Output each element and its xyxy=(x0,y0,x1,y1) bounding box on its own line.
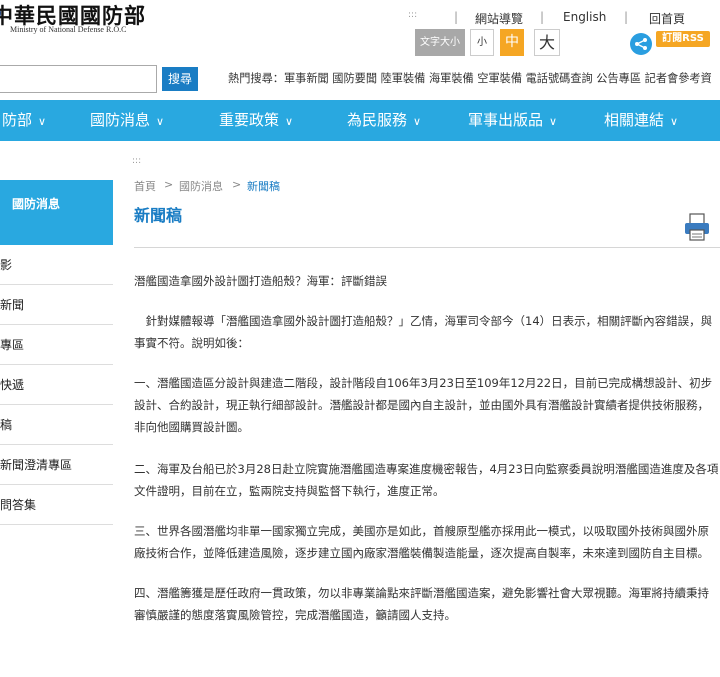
hot-link[interactable]: 公告專區 xyxy=(596,72,641,85)
sitemap-link[interactable]: 網站導覽 xyxy=(475,10,523,27)
nav-label: 防部 xyxy=(2,111,33,129)
chevron-down-icon: ∨ xyxy=(285,115,294,128)
nav-item-links[interactable]: 相關連結 ∨ xyxy=(604,100,678,141)
sidebar-item[interactable]: 稿 xyxy=(0,405,113,445)
breadcrumb-defense-news[interactable]: 國防消息 xyxy=(179,178,223,194)
breadcrumb-current: 新聞稿 xyxy=(247,180,280,193)
nav-label: 國防消息 xyxy=(90,111,151,129)
sidebar-heading-label: 國防消息 xyxy=(12,197,61,211)
nav-item-defense-news[interactable]: 國防消息 ∨ xyxy=(90,100,164,141)
article-paragraph: 一、潛艦國造區分設計與建造二階段，設計階段自106年3月23日至109年12月2… xyxy=(134,376,713,434)
share-icon[interactable] xyxy=(630,33,652,55)
nav-label: 為民服務 xyxy=(347,111,408,129)
print-icon[interactable] xyxy=(684,213,710,241)
hot-search-label: 熱門搜尋： xyxy=(228,72,284,85)
article-paragraph: 二、海軍及台船已於3月28日赴立院實施潛艦國造專案進度機密報告，4月23日向監察… xyxy=(134,462,719,498)
content-accesskey[interactable]: ::: xyxy=(132,156,141,166)
nav-label: 相關連結 xyxy=(604,111,665,129)
font-size-large-button[interactable]: 大 xyxy=(534,29,560,56)
sidebar-item[interactable]: 快遞 xyxy=(0,365,113,405)
sidebar-heading: 國防消息 xyxy=(0,180,113,245)
hot-link[interactable]: 記者會參考資 xyxy=(645,72,712,85)
sidebar-item[interactable]: 專區 xyxy=(0,325,113,365)
sidebar-item[interactable]: 影 xyxy=(0,245,113,285)
nav-item-ministry[interactable]: 防部 ∨ xyxy=(2,100,46,141)
nav-item-publications[interactable]: 軍事出版品 ∨ xyxy=(468,100,557,141)
font-size-medium-button[interactable]: 中 xyxy=(500,29,524,56)
nav-label: 重要政策 xyxy=(219,111,280,129)
title-divider xyxy=(134,247,720,248)
hot-search: 熱門搜尋：軍事新聞 國防要聞 陸軍裝備 海軍裝備 空軍裝備 電話號碼查詢 公告專… xyxy=(228,70,712,86)
hot-link[interactable]: 海軍裝備 xyxy=(429,72,474,85)
home-link[interactable]: 回首頁 xyxy=(649,10,685,27)
divider: | xyxy=(454,10,459,24)
breadcrumb-separator: > xyxy=(232,178,242,191)
main-nav: 防部 ∨ 國防消息 ∨ 重要政策 ∨ 為民服務 ∨ 軍事出版品 ∨ 相關連結 ∨ xyxy=(0,100,720,141)
english-link[interactable]: English xyxy=(563,10,606,24)
divider: | xyxy=(540,10,545,24)
accesskey-dots[interactable]: ::: xyxy=(408,10,417,20)
chevron-down-icon: ∨ xyxy=(38,115,47,128)
hot-link[interactable]: 電話號碼查詢 xyxy=(526,72,593,85)
breadcrumb-home[interactable]: 首頁 xyxy=(134,178,156,194)
nav-item-policies[interactable]: 重要政策 ∨ xyxy=(219,100,293,141)
search-input[interactable] xyxy=(0,65,157,93)
chevron-down-icon: ∨ xyxy=(670,115,679,128)
page: 中華民國國防部 Ministry of National Defense R.O… xyxy=(0,0,720,677)
article-paragraph: 針對媒體報導「潛艦國造拿國外設計圖打造船殼？」乙情，海軍司令部今（14）日表示，… xyxy=(134,314,713,350)
divider: | xyxy=(624,10,629,24)
article-paragraph: 四、潛艦籌獲是歷任政府一貫政策，勿以非專業論點來評斷潛艦國造案，避免影響社會大眾… xyxy=(134,586,709,622)
hot-link[interactable]: 軍事新聞 xyxy=(284,72,329,85)
sidebar-item[interactable]: 新聞 xyxy=(0,285,113,325)
article-title: 潛艦國造拿國外設計圖打造船殼？海軍：評斷錯誤 xyxy=(134,274,387,288)
nav-label: 軍事出版品 xyxy=(468,111,544,129)
search-button[interactable]: 搜尋 xyxy=(162,67,198,91)
chevron-down-icon: ∨ xyxy=(413,115,422,128)
font-size-small-button[interactable]: 小 xyxy=(470,29,494,56)
rss-subscribe-button[interactable]: 訂閱RSS xyxy=(656,31,710,47)
hot-link[interactable]: 空軍裝備 xyxy=(477,72,522,85)
chevron-down-icon: ∨ xyxy=(156,115,165,128)
hot-link[interactable]: 國防要聞 xyxy=(332,72,377,85)
sidebar-item[interactable]: 問答集 xyxy=(0,485,113,525)
nav-item-services[interactable]: 為民服務 ∨ xyxy=(347,100,421,141)
page-title: 新聞稿 xyxy=(134,206,183,225)
chevron-down-icon: ∨ xyxy=(549,115,558,128)
sidebar-item[interactable]: 新聞澄清專區 xyxy=(0,445,113,485)
font-size-label: 文字大小 xyxy=(415,29,465,56)
logo-subtitle: Ministry of National Defense R.O.C xyxy=(10,25,127,34)
article-paragraph: 三、世界各國潛艦均非單一國家獨立完成，美國亦是如此，首艘原型艦亦採用此一模式，以… xyxy=(134,524,709,560)
breadcrumb-separator: > xyxy=(164,178,174,191)
hot-link[interactable]: 陸軍裝備 xyxy=(381,72,426,85)
